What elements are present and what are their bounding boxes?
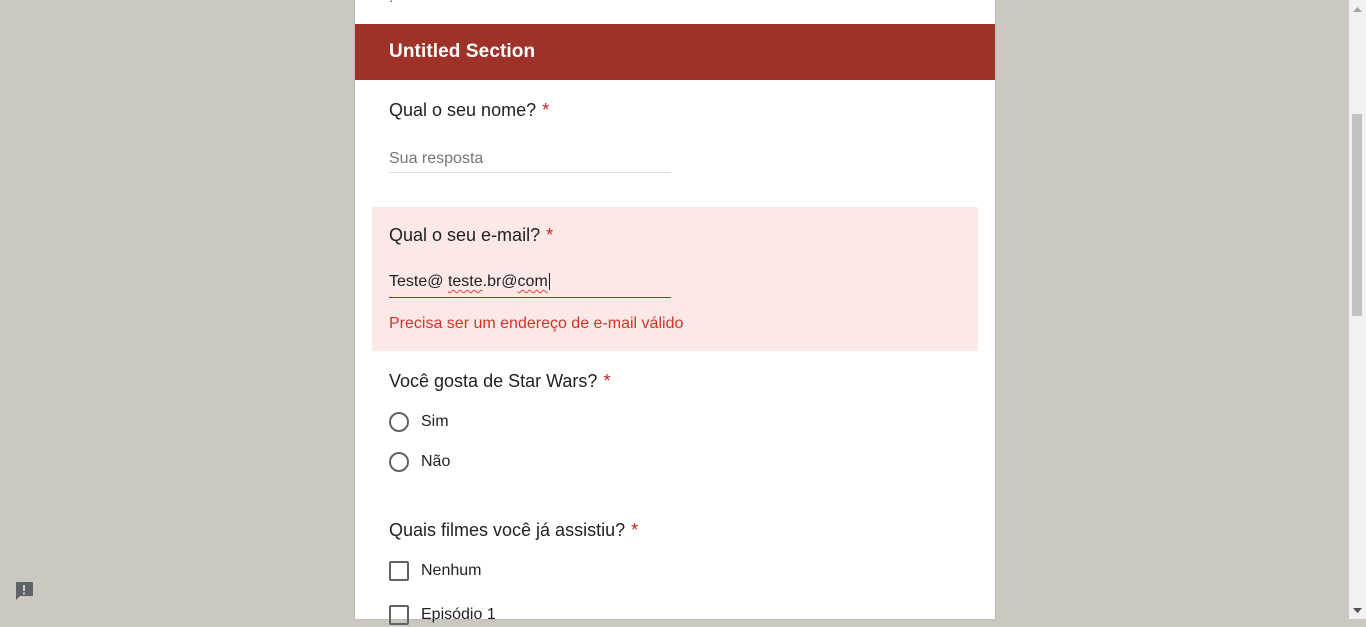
question-star-wars-title: Você gosta de Star Wars? * bbox=[389, 371, 610, 392]
question-films-title: Quais filmes você já assistiu? * bbox=[389, 520, 638, 541]
radio-option-nao[interactable]: Não bbox=[389, 450, 450, 474]
section-title: Untitled Section bbox=[389, 41, 536, 62]
checkbox-option-nenhum[interactable]: Nenhum bbox=[389, 559, 481, 583]
checkbox[interactable] bbox=[389, 605, 409, 625]
email-value-misspelled: teste bbox=[447, 273, 483, 290]
radio-button[interactable] bbox=[389, 452, 409, 472]
radio-option-label: Não bbox=[421, 453, 451, 470]
email-input[interactable]: Teste@ teste.br@com bbox=[389, 273, 550, 291]
report-icon bbox=[16, 582, 33, 600]
report-feedback-button[interactable] bbox=[13, 580, 35, 602]
question-email-title: Qual o seu e-mail? * bbox=[389, 225, 553, 246]
scroll-down-arrow-icon[interactable] bbox=[1349, 602, 1366, 619]
email-value-misspelled: com bbox=[517, 273, 548, 290]
name-input[interactable] bbox=[389, 147, 671, 171]
question-email-label: Qual o seu e-mail? bbox=[389, 225, 541, 245]
name-input-underline bbox=[389, 172, 671, 173]
vertical-scrollbar[interactable] bbox=[1349, 0, 1366, 619]
radio-button[interactable] bbox=[389, 412, 409, 432]
section-header: Untitled Section bbox=[355, 24, 995, 80]
required-star: * bbox=[546, 225, 554, 245]
required-star: * bbox=[631, 520, 639, 540]
required-star: * bbox=[603, 371, 611, 391]
email-error-message: Precisa ser um endereço de e-mail válido bbox=[389, 315, 684, 332]
checkbox[interactable] bbox=[389, 561, 409, 581]
question-name-title: Qual o seu nome? * bbox=[389, 100, 549, 121]
question-name-label: Qual o seu nome? bbox=[389, 100, 537, 120]
question-films-label: Quais filmes você já assistiu? bbox=[389, 520, 626, 540]
previous-content-fragment: · bbox=[389, 0, 394, 8]
radio-option-sim[interactable]: Sim bbox=[389, 410, 449, 434]
scrollbar-thumb[interactable] bbox=[1352, 114, 1362, 316]
scroll-up-arrow-icon[interactable] bbox=[1349, 0, 1366, 17]
radio-option-label: Sim bbox=[421, 413, 449, 430]
checkbox-option-label: Episódio 1 bbox=[421, 606, 496, 623]
checkbox-option-label: Nenhum bbox=[421, 562, 482, 579]
required-star: * bbox=[542, 100, 550, 120]
question-star-wars-label: Você gosta de Star Wars? bbox=[389, 371, 598, 391]
checkbox-option-episodio-1[interactable]: Episódio 1 bbox=[389, 603, 496, 627]
email-value-part: .br@ bbox=[482, 273, 518, 290]
email-input-underline bbox=[389, 297, 671, 298]
text-cursor bbox=[548, 273, 550, 290]
email-value-part: Teste@ bbox=[389, 273, 448, 290]
